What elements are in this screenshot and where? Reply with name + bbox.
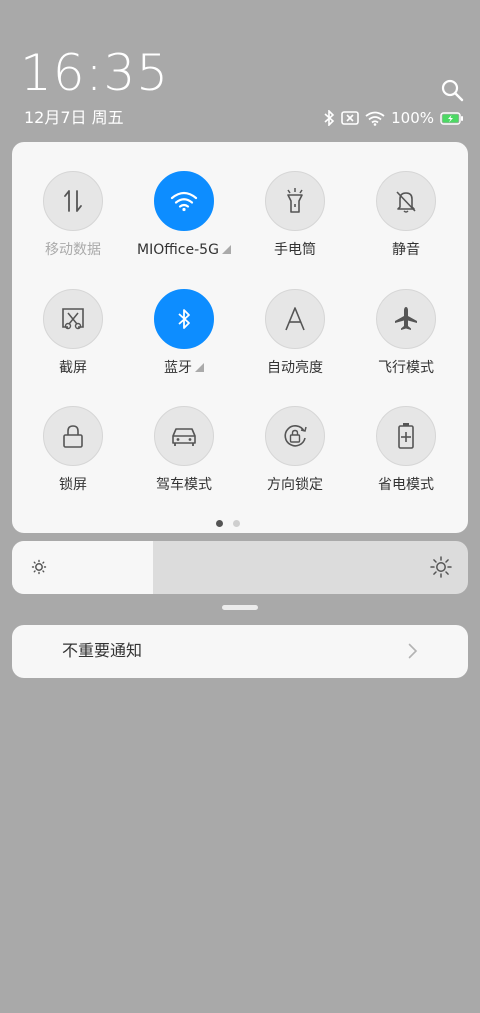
- silent-bell-icon: [376, 171, 436, 231]
- battery-saver-icon: [376, 406, 436, 466]
- drag-handle[interactable]: [222, 605, 258, 610]
- tile-label: 自动亮度: [267, 360, 323, 376]
- status-bar-icons: 100%: [323, 108, 464, 128]
- tile-bluetooth[interactable]: 蓝牙: [129, 289, 239, 377]
- tile-driving-mode[interactable]: 驾车模式: [129, 406, 239, 494]
- bluetooth-icon: [324, 110, 335, 126]
- tile-battery-saver[interactable]: 省电模式: [351, 406, 461, 494]
- tile-label: 飞行模式: [378, 360, 434, 376]
- tile-label: 手电筒: [274, 242, 316, 258]
- tile-label-row: 蓝牙: [129, 359, 239, 377]
- battery-charging-icon: [440, 111, 463, 125]
- tile-label: 方向锁定: [267, 477, 323, 493]
- no-sim-icon: [341, 111, 359, 125]
- brightness-low-icon: [31, 559, 47, 575]
- tile-label: 驾车模式: [156, 477, 212, 493]
- clock-time: 16:35: [20, 44, 170, 102]
- tile-screenshot[interactable]: 截屏: [18, 289, 128, 377]
- battery-percent: 100%: [391, 109, 434, 127]
- tile-auto-brightness[interactable]: 自动亮度: [240, 289, 350, 377]
- mobile-data-icon: [43, 171, 103, 231]
- tile-flashlight[interactable]: 手电筒: [240, 171, 350, 259]
- bluetooth-icon: [154, 289, 214, 349]
- page-indicator: [216, 520, 240, 527]
- tile-label: 蓝牙: [164, 360, 192, 376]
- tile-label: MIOffice-5G: [137, 242, 219, 258]
- date-text: 12月7日 周五: [24, 108, 124, 127]
- brightness-slider[interactable]: [12, 541, 468, 594]
- tile-label: 移动数据: [45, 242, 101, 258]
- tile-airplane[interactable]: 飞行模式: [351, 289, 461, 377]
- brightness-high-icon: [430, 556, 452, 578]
- airplane-icon: [376, 289, 436, 349]
- tile-lock-screen[interactable]: 锁屏: [18, 406, 128, 494]
- expand-indicator-icon[interactable]: [195, 363, 204, 372]
- page-dot-2[interactable]: [233, 520, 240, 527]
- wifi-icon: [154, 171, 214, 231]
- unimportant-notifications-row[interactable]: 不重要通知: [12, 625, 468, 678]
- tile-label: 锁屏: [59, 477, 87, 493]
- flashlight-icon: [265, 171, 325, 231]
- rotation-lock-icon: [265, 406, 325, 466]
- tile-label: 省电模式: [378, 477, 434, 493]
- chevron-right-icon: [408, 643, 418, 659]
- wifi-icon: [365, 111, 385, 126]
- search-icon[interactable]: [440, 78, 464, 102]
- unimportant-notifications-label: 不重要通知: [62, 641, 143, 660]
- tile-wifi[interactable]: MIOffice-5G: [129, 171, 239, 259]
- lock-icon: [43, 406, 103, 466]
- screenshot-icon: [43, 289, 103, 349]
- tile-silent[interactable]: 静音: [351, 171, 461, 259]
- tile-label: 静音: [392, 242, 420, 258]
- tile-rotation-lock[interactable]: 方向锁定: [240, 406, 350, 494]
- car-icon: [154, 406, 214, 466]
- tile-mobile-data[interactable]: 移动数据: [18, 171, 128, 259]
- page-dot-1[interactable]: [216, 520, 223, 527]
- auto-brightness-icon: [265, 289, 325, 349]
- tile-label-row: MIOffice-5G: [129, 241, 239, 259]
- tile-label: 截屏: [59, 360, 87, 376]
- expand-indicator-icon[interactable]: [221, 245, 231, 254]
